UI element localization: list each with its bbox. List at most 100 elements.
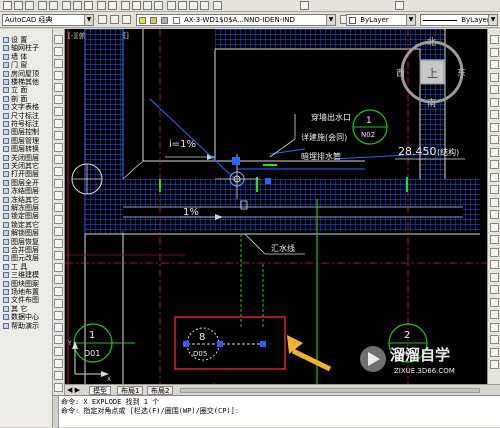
- sidebar-item[interactable]: 锁定其它: [3, 221, 51, 229]
- sidebar-item[interactable]: 图块图案: [3, 280, 51, 288]
- drawing-canvas[interactable]: [-][俯视][二维线框]: [65, 29, 487, 384]
- sidebar-item[interactable]: 图层转换: [3, 145, 51, 153]
- modify-tool-icon[interactable]: [490, 260, 499, 269]
- tab-layout1[interactable]: 布局1: [117, 386, 144, 395]
- sidebar-item[interactable]: 冻结图层: [3, 187, 51, 195]
- sidebar-item[interactable]: 图层全开: [3, 179, 51, 187]
- save-icon[interactable]: [25, 1, 34, 10]
- modify-tool-icon[interactable]: [490, 247, 499, 257]
- modify-tool-icon[interactable]: [490, 210, 499, 219]
- horizontal-scrollbar[interactable]: [180, 388, 480, 393]
- draw-tool-icon[interactable]: [54, 35, 63, 44]
- draw-tool-icon[interactable]: [54, 251, 63, 260]
- preview-icon[interactable]: [49, 1, 58, 10]
- draw-tool-icon[interactable]: [54, 263, 63, 272]
- draw-tool-icon[interactable]: [54, 107, 63, 116]
- draw-tool-icon[interactable]: [54, 227, 63, 236]
- command-grip[interactable]: [53, 396, 59, 428]
- sidebar-item[interactable]: 图层恢复: [3, 238, 51, 246]
- draw-tool-icon[interactable]: [54, 215, 63, 224]
- tab-model[interactable]: 模型: [89, 386, 111, 395]
- modify-tool-icon[interactable]: [490, 272, 499, 282]
- sidebar-item[interactable]: 门 窗: [3, 61, 51, 69]
- draw-tool-icon[interactable]: [54, 191, 63, 200]
- pan-icon[interactable]: [121, 1, 130, 10]
- modify-tool-icon[interactable]: [490, 135, 499, 144]
- draw-tool-icon[interactable]: [54, 143, 63, 152]
- sidebar-item[interactable]: 数据中心: [3, 313, 51, 321]
- modify-tool-icon[interactable]: [490, 97, 499, 107]
- tab-nav-arrows[interactable]: ◀ ▶: [67, 386, 80, 395]
- sidebar-item[interactable]: 设 置: [3, 36, 51, 44]
- sidebar-item[interactable]: 冻结其它: [3, 196, 51, 204]
- copy-icon[interactable]: [73, 1, 82, 10]
- modify-tool-icon[interactable]: [490, 160, 499, 169]
- draw-tool-icon[interactable]: [54, 119, 63, 128]
- zoom-icon[interactable]: [132, 1, 141, 10]
- sidebar-item[interactable]: 文字表格: [3, 103, 51, 111]
- modify-tool-icon[interactable]: [490, 35, 499, 44]
- draw-tool-icon[interactable]: [54, 335, 63, 344]
- sidebar-item[interactable]: 锁定图层: [3, 212, 51, 220]
- draw-tool-icon[interactable]: [54, 275, 63, 284]
- sidebar-item[interactable]: 尺寸标注: [3, 112, 51, 120]
- grip-handle[interactable]: [183, 341, 189, 347]
- draw-tool-icon[interactable]: [54, 299, 63, 308]
- modify-tool-icon[interactable]: [490, 297, 499, 307]
- draw-tool-icon[interactable]: [54, 359, 63, 368]
- modify-tool-icon[interactable]: [490, 147, 499, 157]
- draw-tool-icon[interactable]: [54, 95, 63, 104]
- sidebar-item[interactable]: 三维建模: [3, 271, 51, 279]
- draw-tool-icon[interactable]: [54, 155, 63, 164]
- sidebar-item[interactable]: 合并图层: [3, 246, 51, 254]
- print-icon[interactable]: [38, 1, 47, 10]
- modify-tool-icon[interactable]: [490, 322, 499, 332]
- layer-dropdown[interactable]: AX-3-WD1$0$A...NNO-IDEN-IND ▼: [136, 14, 336, 26]
- paste-icon[interactable]: [84, 1, 93, 10]
- sidebar-item[interactable]: 文件布图: [3, 296, 51, 304]
- undo-icon[interactable]: [97, 1, 106, 10]
- modify-tool-icon[interactable]: [490, 310, 499, 319]
- sidebar-item[interactable]: 解冻图层: [3, 204, 51, 212]
- sidebar-item[interactable]: 墙 体: [3, 53, 51, 61]
- settings-icon[interactable]: [98, 15, 107, 24]
- sidebar-item[interactable]: 关闭其它: [3, 162, 51, 170]
- sidebar-item[interactable]: 房间屋顶: [3, 70, 51, 78]
- open-icon[interactable]: [14, 1, 23, 10]
- workspace-dropdown[interactable]: AutoCAD 经典 ▼: [2, 14, 94, 26]
- draw-tool-icon[interactable]: [54, 383, 63, 392]
- calculator-icon[interactable]: [200, 1, 209, 10]
- modify-tool-icon[interactable]: [490, 60, 499, 69]
- draw-tool-icon[interactable]: [54, 323, 63, 332]
- sidebar-item[interactable]: 立 面: [3, 86, 51, 94]
- tool-palettes-icon[interactable]: [189, 1, 198, 10]
- draw-tool-icon[interactable]: [54, 203, 63, 212]
- draw-tool-icon[interactable]: [54, 47, 63, 56]
- modify-tool-icon[interactable]: [490, 172, 499, 182]
- draw-tool-icon[interactable]: [54, 71, 63, 80]
- draw-tool-icon[interactable]: [54, 371, 63, 380]
- sidebar-item[interactable]: 楼梯其他: [3, 78, 51, 86]
- modify-tool-icon[interactable]: [490, 47, 499, 57]
- sidebar-item[interactable]: 工 具: [3, 263, 51, 271]
- properties-icon[interactable]: [167, 1, 176, 10]
- linetype-dropdown[interactable]: ByLayer ▼: [346, 14, 416, 26]
- draw-tool-icon[interactable]: [54, 311, 63, 320]
- dim-style-icon[interactable]: [395, 1, 404, 10]
- modify-tool-icon[interactable]: [490, 335, 499, 344]
- sidebar-item[interactable]: 打开图层: [3, 170, 51, 178]
- grip-handle[interactable]: [260, 341, 266, 347]
- modify-tool-icon[interactable]: [490, 347, 499, 357]
- draw-tool-icon[interactable]: [54, 287, 63, 296]
- text-style-icon[interactable]: [300, 1, 309, 10]
- sidebar-item[interactable]: 符号标注: [3, 120, 51, 128]
- modify-tool-icon[interactable]: [490, 85, 499, 94]
- modify-tool-icon[interactable]: [490, 285, 499, 294]
- sidebar-item[interactable]: 图层管理: [3, 137, 51, 145]
- draw-tool-icon[interactable]: [54, 131, 63, 140]
- tab-layout2[interactable]: 布局2: [147, 386, 174, 395]
- modify-tool-icon[interactable]: [490, 235, 499, 244]
- help-icon[interactable]: [213, 1, 222, 10]
- modify-tool-icon[interactable]: [490, 110, 499, 119]
- layer-properties-icon[interactable]: [110, 15, 119, 24]
